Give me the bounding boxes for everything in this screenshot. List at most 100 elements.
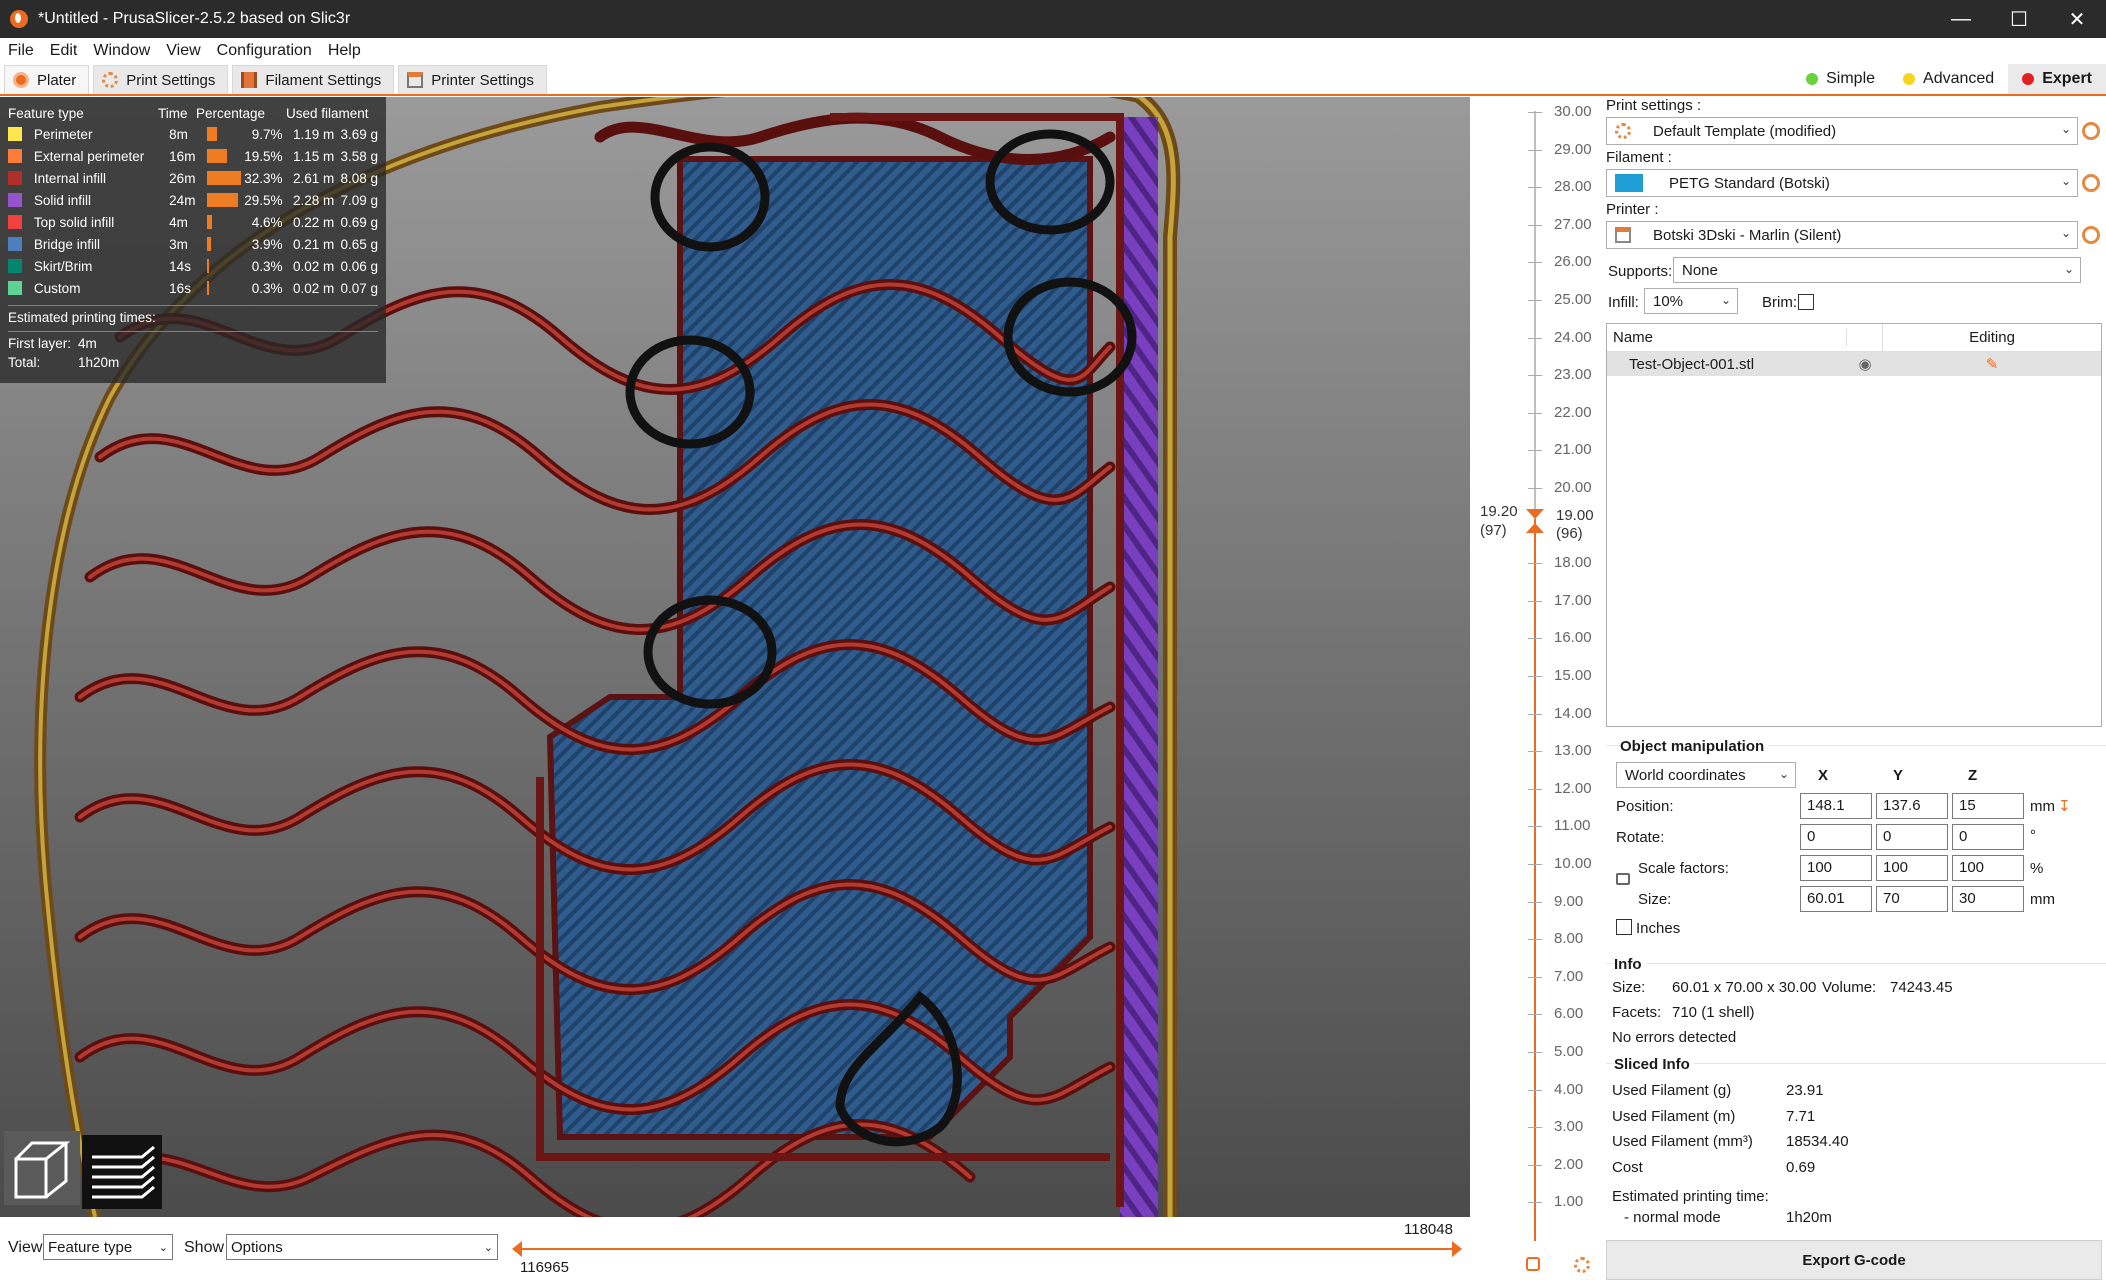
hslider-left-thumb[interactable]: [512, 1241, 522, 1257]
rotate-label: Rotate:: [1616, 829, 1665, 846]
mode-simple[interactable]: Simple: [1792, 70, 1889, 88]
scale-factors-label: Scale factors:: [1638, 860, 1729, 877]
chevron-down-icon: ⌄: [1720, 293, 1731, 307]
editing-column-header[interactable]: Editing: [1883, 329, 2101, 346]
legend-swatch: [8, 149, 22, 163]
vslider-tick-mark: [1528, 375, 1542, 377]
rotate-z-field[interactable]: 0: [1952, 824, 2024, 850]
horizontal-slider-track[interactable]: [518, 1248, 1458, 1250]
supports-combo[interactable]: None ⌄: [1673, 257, 2081, 283]
chevron-down-icon: ⌄: [158, 1241, 168, 1254]
vslider-tick-label: 26.00: [1554, 253, 1592, 271]
tab-filament-settings[interactable]: Filament Settings: [232, 65, 395, 94]
hslider-left-value: 116965: [520, 1259, 569, 1276]
legend-row[interactable]: Bridge infill 3m 3.9% 0.21 m 0.65 g: [8, 233, 378, 255]
mode-advanced[interactable]: Advanced: [1889, 70, 2008, 88]
scale-y-field[interactable]: 100: [1876, 855, 1948, 881]
hslider-right-thumb[interactable]: [1452, 1241, 1462, 1257]
printer-edit-icon[interactable]: [2082, 226, 2100, 244]
legend-row[interactable]: Perimeter 8m 9.7% 1.19 m 3.69 g: [8, 123, 378, 145]
drop-to-bed-icon[interactable]: ↧: [2058, 797, 2071, 815]
edit-icon[interactable]: ✎: [1883, 355, 2101, 373]
tab-plater[interactable]: Plater: [4, 65, 90, 94]
close-icon[interactable]: ✕: [2048, 0, 2106, 38]
inches-checkbox[interactable]: [1616, 919, 1632, 935]
vslider-lower-thumb[interactable]: [1526, 523, 1544, 533]
legend-row[interactable]: External perimeter 16m 19.5% 1.15 m 3.58 g: [8, 145, 378, 167]
vslider-tick-label: 15.00: [1554, 667, 1592, 684]
rotate-y-field[interactable]: 0: [1876, 824, 1948, 850]
mode-expert[interactable]: Expert: [2008, 64, 2106, 94]
scale-x-field[interactable]: 100: [1800, 855, 1872, 881]
vslider-tick-label: 12.00: [1554, 779, 1592, 797]
legend-length: 0.02 m: [292, 258, 335, 274]
legend-feature-name: Custom: [33, 280, 81, 296]
chevron-down-icon: ⌄: [2063, 262, 2074, 276]
rotate-x-field[interactable]: 0: [1800, 824, 1872, 850]
eye-icon[interactable]: ◉: [1847, 355, 1883, 373]
scale-unit: %: [2030, 860, 2044, 877]
legend-swatch: [8, 193, 22, 207]
tab-print-settings[interactable]: Print Settings: [93, 65, 229, 94]
menu-bar: File Edit Window View Configuration Help: [0, 38, 2106, 64]
infill-combo[interactable]: 10% ⌄: [1644, 288, 1738, 314]
vslider-tick-mark: [1528, 1164, 1542, 1166]
legend-feature-name: Perimeter: [33, 126, 93, 142]
legend-time: 8m: [169, 126, 188, 142]
size-z-field[interactable]: 30: [1952, 886, 2024, 912]
view-3d-cube-icon[interactable]: [4, 1131, 80, 1205]
filament-edit-icon[interactable]: [2082, 174, 2100, 192]
position-x-field[interactable]: 148.1: [1800, 793, 1872, 819]
sliced-info-value: 18534.40: [1786, 1133, 1849, 1150]
vslider-tick-mark: [1528, 1202, 1542, 1204]
rotate-unit: °: [2030, 827, 2036, 844]
tab-printer-settings[interactable]: Printer Settings: [398, 65, 547, 94]
view-layers-icon[interactable]: [82, 1135, 162, 1209]
object-row[interactable]: Test-Object-001.stl ◉ ✎: [1607, 352, 2101, 376]
filament-combo[interactable]: PETG Standard (Botski) ⌄: [1606, 169, 2078, 197]
legend-row[interactable]: Custom 16s 0.3% 0.02 m 0.07 g: [8, 277, 378, 299]
legend-bar: [206, 237, 243, 251]
scale-z-field[interactable]: 100: [1952, 855, 2024, 881]
position-z-field[interactable]: 15: [1952, 793, 2024, 819]
name-column-header[interactable]: Name: [1607, 329, 1847, 346]
vertical-layer-slider[interactable]: 30.00 29.00 28.00 27.00 26.00 25.00 24.00 23.00…: [1470, 97, 1606, 1280]
menu-file[interactable]: File: [0, 42, 42, 60]
print-settings-edit-icon[interactable]: [2082, 122, 2100, 140]
position-y-field[interactable]: 137.6: [1876, 793, 1948, 819]
menu-window[interactable]: Window: [85, 42, 158, 60]
print-settings-combo[interactable]: Default Template (modified) ⌄: [1606, 117, 2078, 145]
vslider-tick-mark: [1528, 1014, 1542, 1016]
vslider-tick-mark: [1528, 262, 1542, 264]
export-gcode-button[interactable]: Export G-code: [1606, 1240, 2102, 1280]
coordinates-combo[interactable]: World coordinates ⌄: [1616, 762, 1796, 788]
legend-weight: 0.07 g: [340, 280, 378, 296]
legend-row[interactable]: Solid infill 24m 29.5% 2.28 m 7.09 g: [8, 189, 378, 211]
minimize-icon[interactable]: —: [1932, 0, 1990, 38]
menu-view[interactable]: View: [158, 42, 208, 60]
settings-gear-icon[interactable]: [1574, 1257, 1590, 1273]
gear-icon: [1615, 123, 1631, 139]
gcode-preview-viewport[interactable]: Feature type Time Percentage Used filame…: [0, 97, 1470, 1217]
view-type-select[interactable]: Feature type ⌄: [43, 1234, 173, 1260]
legend-bar: [206, 281, 243, 295]
legend-row[interactable]: Internal infill 26m 32.3% 2.61 m 8.08 g: [8, 167, 378, 189]
brim-checkbox[interactable]: [1798, 294, 1814, 310]
vslider-tick-label: 3.00: [1554, 1118, 1584, 1136]
printer-combo[interactable]: Botski 3Dski - Marlin (Silent) ⌄: [1606, 221, 2078, 249]
menu-help[interactable]: Help: [320, 42, 369, 60]
chevron-down-icon: ⌄: [2060, 122, 2071, 136]
menu-edit[interactable]: Edit: [42, 42, 86, 60]
legend-row[interactable]: Skirt/Brim 14s 0.3% 0.02 m 0.06 g: [8, 255, 378, 277]
lock-icon[interactable]: [1616, 873, 1630, 885]
maximize-icon[interactable]: ☐: [1990, 0, 2048, 38]
size-x-field[interactable]: 60.01: [1800, 886, 1872, 912]
menu-configuration[interactable]: Configuration: [209, 42, 320, 60]
vslider-tick-mark: [1528, 676, 1542, 677]
lock-icon[interactable]: [1526, 1257, 1540, 1271]
legend-row[interactable]: Top solid infill 4m 4.6% 0.22 m 0.69 g: [8, 211, 378, 233]
show-options-select[interactable]: Options ⌄: [226, 1234, 498, 1260]
vslider-tick-label: 10.00: [1554, 855, 1592, 872]
vslider-upper-thumb[interactable]: [1526, 509, 1544, 519]
size-y-field[interactable]: 70: [1876, 886, 1948, 912]
